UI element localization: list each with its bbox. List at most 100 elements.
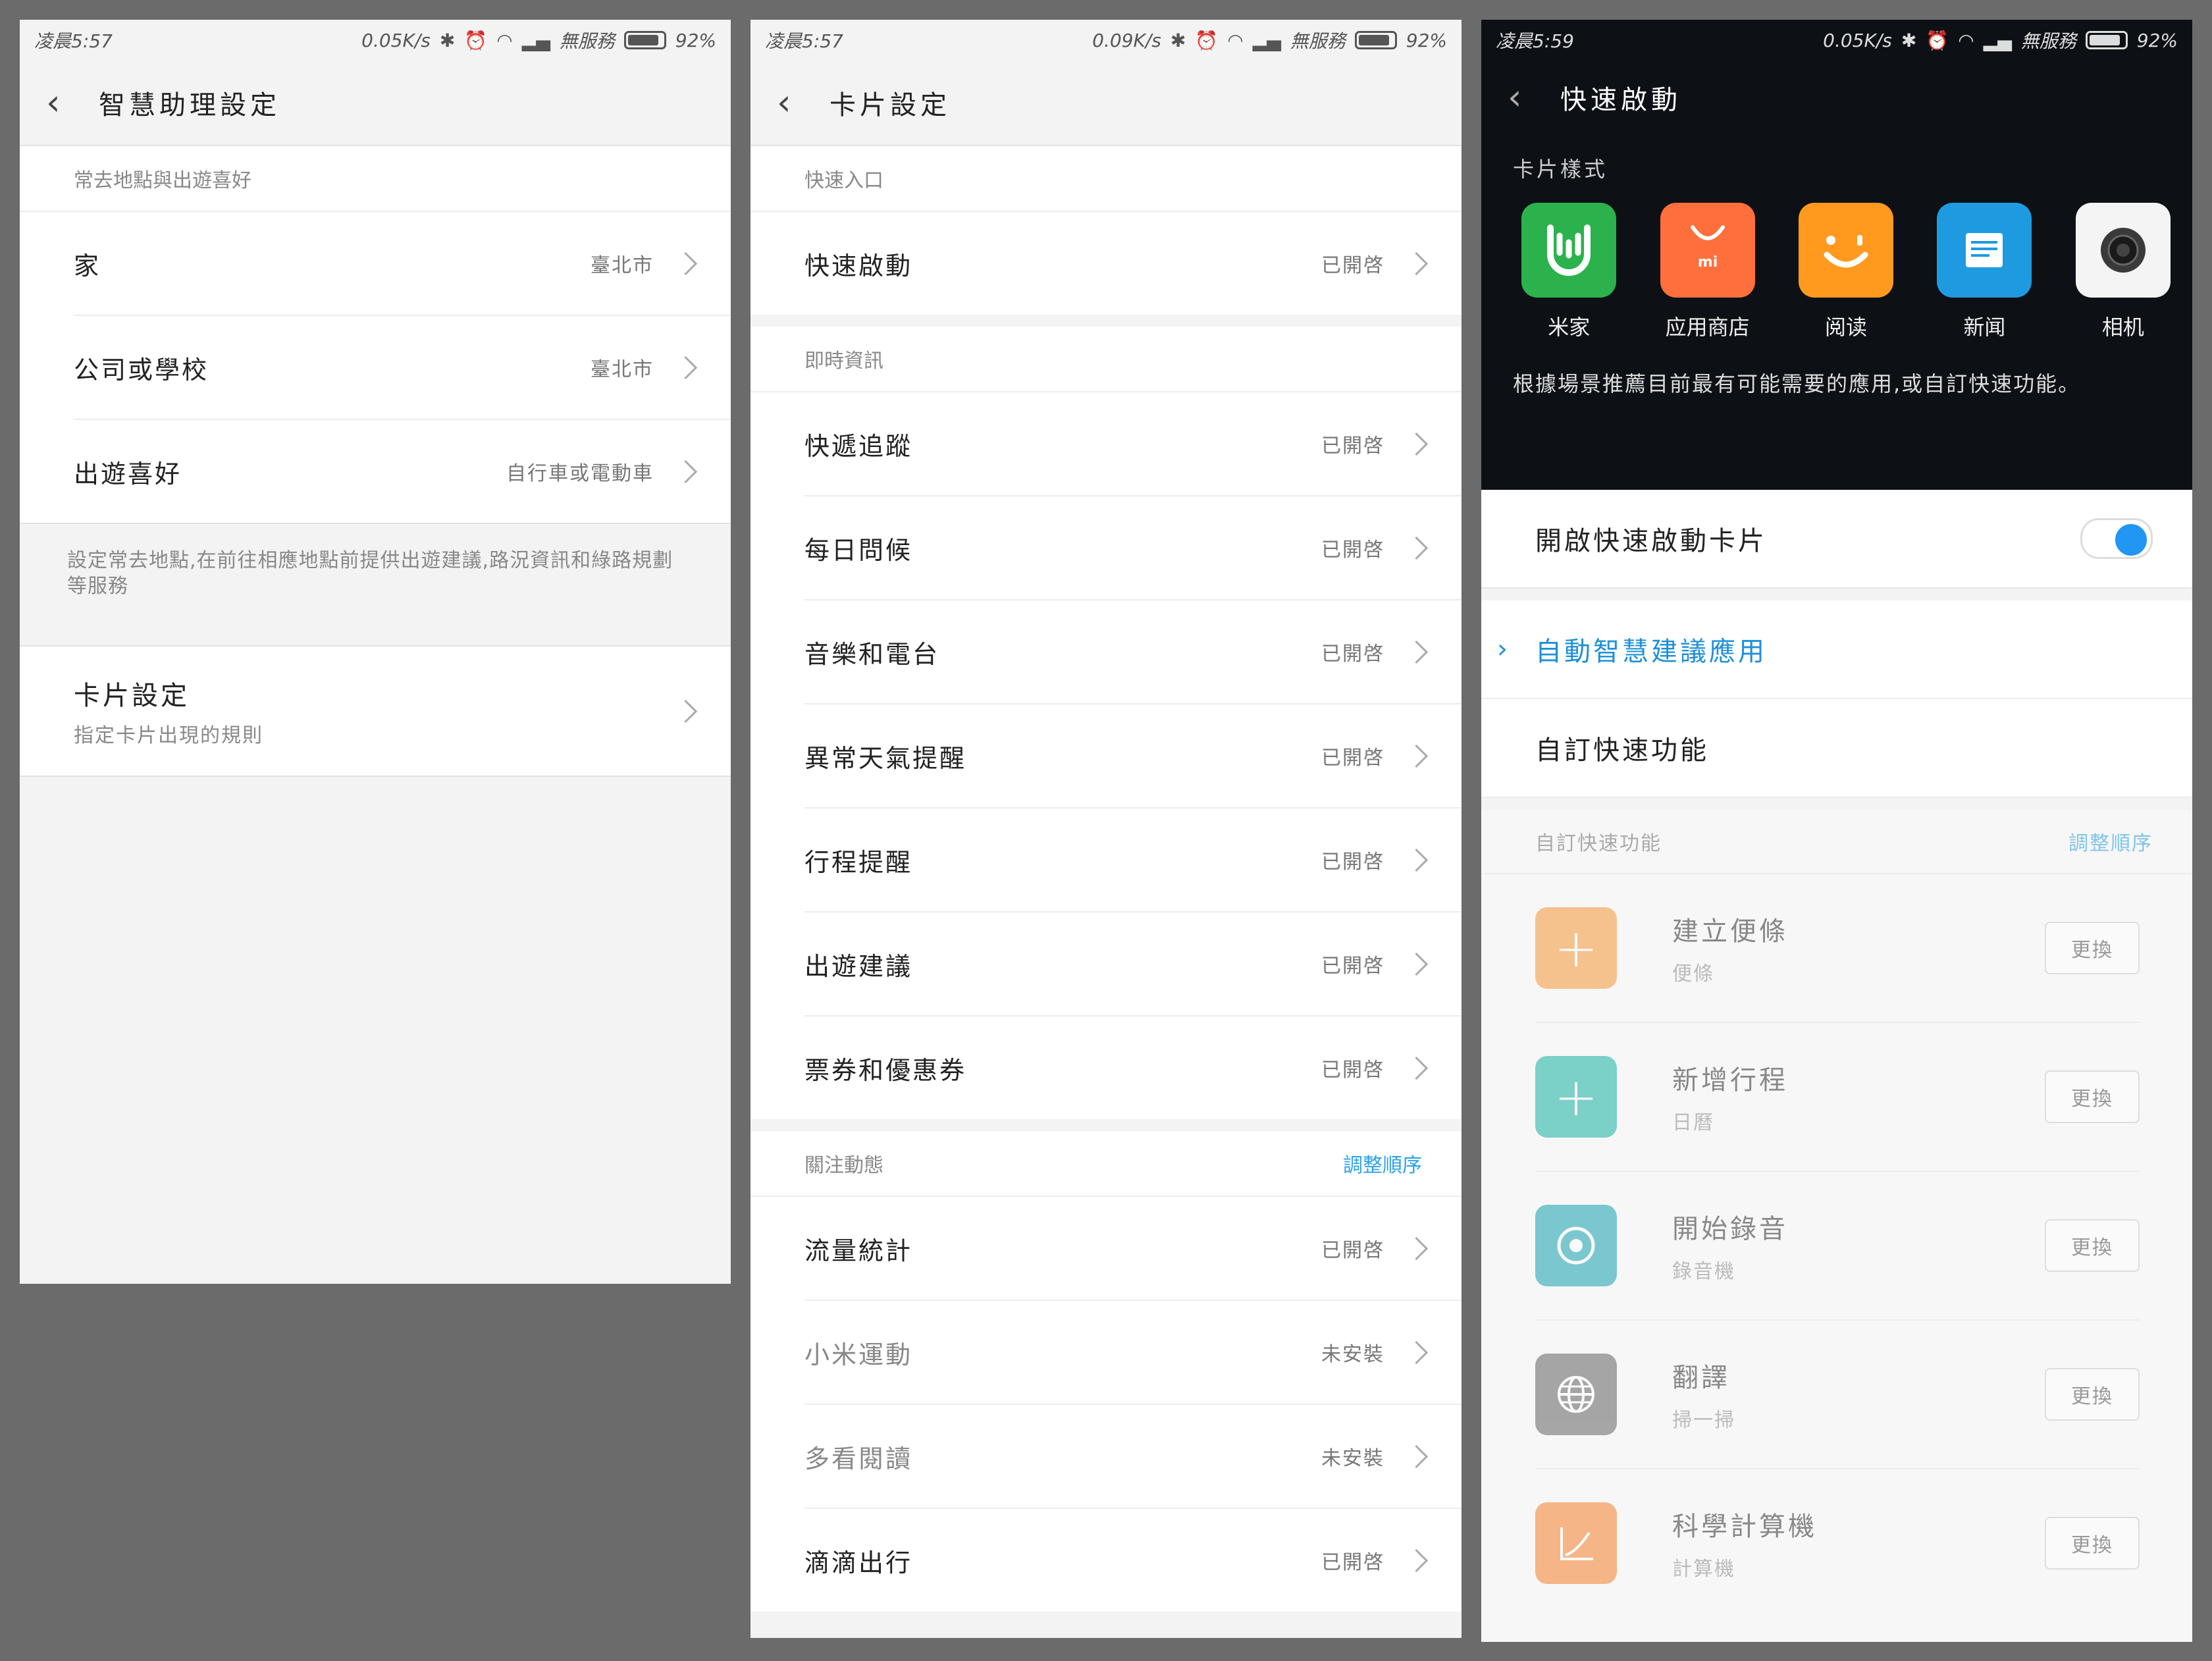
- toggle-label: 開啟快速啟動卡片: [1535, 526, 1767, 556]
- row-value: 未安裝: [1321, 1343, 1384, 1366]
- status-time: 凌晨5:57: [34, 30, 113, 52]
- function-item: + 建立便條 便條 更換: [1535, 874, 2140, 1023]
- travel-preference-row[interactable]: 出遊喜好 自行車或電動車: [74, 420, 731, 523]
- alarm-icon: ⏰: [1926, 29, 1949, 51]
- globe-icon: [1535, 1354, 1617, 1435]
- travel-suggestion-row[interactable]: 出遊建議 已開啓: [804, 912, 1462, 1016]
- title-bar: ‹ 卡片設定: [750, 61, 1462, 146]
- replace-button[interactable]: 更換: [2045, 1517, 2140, 1569]
- chevron-right-icon: [1404, 432, 1429, 456]
- followed-updates-section: 關注動態 調整順序 流量統計 已開啓 小米運動 未安裝 多看閱讀 未安裝 滴滴出…: [750, 1131, 1462, 1612]
- card-settings-row[interactable]: 卡片設定 指定卡片出現的規則: [20, 645, 731, 777]
- row-value: 已開啓: [1321, 643, 1384, 666]
- chevron-right-icon: ›: [1497, 634, 1510, 664]
- replace-button[interactable]: 更換: [2045, 1070, 2140, 1123]
- record-icon: [1535, 1205, 1617, 1286]
- back-arrow-icon[interactable]: ‹: [777, 85, 830, 120]
- row-label: 快速啟動: [804, 251, 913, 280]
- places-section: 常去地點與出遊喜好 家 臺北市 公司或學校 臺北市 出遊喜好 自行車或電動車: [20, 146, 731, 523]
- reorder-link[interactable]: 調整順序: [1343, 1149, 1422, 1178]
- schedule-reminder-row[interactable]: 行程提醒 已開啓: [804, 808, 1462, 912]
- plus-icon: +: [1535, 1056, 1617, 1138]
- realtime-info-section: 即時資訊 快遞追蹤 已開啓 每日問候 已開啓 音樂和電台 已開啓 異常天氣提醒 …: [750, 327, 1462, 1119]
- places-description: 設定常去地點,在前往相應地點前提供出遊建議,路況資訊和綠路規劃等服務: [20, 523, 731, 645]
- chevron-right-icon: [1404, 1236, 1429, 1260]
- section-header: 常去地點與出遊喜好: [20, 146, 731, 212]
- app-label: 阅读: [1825, 315, 1868, 340]
- battery-level: 92%: [2136, 29, 2178, 51]
- custom-functions-option[interactable]: 自訂快速功能: [1481, 699, 2192, 798]
- quick-launch-screen: 凌晨5:59 0.05K/s ✱ ⏰ ◠ ▂▄ 無服務 92% ‹ 快速啟動 卡…: [1481, 20, 2192, 1642]
- quick-launch-row[interactable]: 快速啟動 已開啓: [804, 212, 1462, 315]
- status-time: 凌晨5:57: [765, 30, 843, 52]
- row-value: 已開啓: [1321, 254, 1384, 277]
- row-value: 已開啓: [1321, 1239, 1384, 1262]
- quick-entry-section: 快速入口 快速啟動 已開啓: [750, 146, 1462, 315]
- enable-quick-launch-row: 開啟快速啟動卡片: [1481, 490, 2192, 589]
- divider: [750, 1119, 1462, 1131]
- function-name: 翻譯: [1672, 1363, 1730, 1393]
- quick-launch-toggle[interactable]: [2080, 518, 2153, 559]
- section-header-label: 快速入口: [804, 169, 883, 192]
- status-bar: 凌晨5:57 0.05K/s ✱ ⏰ ◠ ▂▄ 無服務 92%: [20, 20, 731, 61]
- data-usage-row[interactable]: 流量統計 已開啓: [804, 1197, 1462, 1301]
- row-label: 家: [74, 251, 101, 280]
- function-name: 新增行程: [1672, 1065, 1788, 1095]
- row-label: 小米運動: [804, 1340, 913, 1369]
- wifi-icon: ◠: [1958, 29, 1974, 51]
- duokan-reader-row[interactable]: 多看閱讀 未安裝: [804, 1405, 1462, 1509]
- card-style-label: 卡片樣式: [1513, 157, 1608, 182]
- app-label: 米家: [1548, 315, 1591, 340]
- page-title: 智慧助理設定: [99, 90, 280, 120]
- app-reader: 阅读: [1777, 203, 1915, 341]
- package-tracking-row[interactable]: 快遞追蹤 已開啓: [804, 392, 1462, 496]
- row-label: 公司或學校: [74, 355, 209, 384]
- replace-button[interactable]: 更換: [2045, 1219, 2140, 1272]
- didi-row[interactable]: 滴滴出行 已開啓: [804, 1509, 1462, 1612]
- replace-button[interactable]: 更換: [2045, 922, 2140, 974]
- row-value: 已開啓: [1321, 851, 1384, 874]
- bluetooth-icon: ✱: [1170, 29, 1186, 51]
- quick-launch-description: 根據場景推薦目前最有可能需要的應用,或自訂快速功能。: [1513, 371, 2081, 396]
- section-header: 關注動態 調整順序: [750, 1131, 1462, 1197]
- home-row[interactable]: 家 臺北市: [74, 212, 731, 316]
- chevron-right-icon: [1404, 1056, 1429, 1080]
- work-school-row[interactable]: 公司或學校 臺北市: [74, 316, 731, 420]
- row-value: 已開啓: [1321, 435, 1384, 458]
- music-radio-row[interactable]: 音樂和電台 已開啓: [804, 600, 1462, 704]
- reorder-link[interactable]: 調整順序: [2068, 827, 2153, 856]
- section-header: 自訂快速功能 調整順序: [1481, 810, 2192, 874]
- app-store: mi 应用商店: [1638, 203, 1776, 341]
- app-label: 相机: [2101, 315, 2144, 340]
- daily-greeting-row[interactable]: 每日問候 已開啓: [804, 496, 1462, 600]
- option-label: 自訂快速功能: [1535, 735, 1709, 766]
- function-app: 錄音機: [1672, 1260, 1735, 1283]
- alarm-icon: ⏰: [464, 29, 488, 51]
- reader-icon: [1799, 203, 1894, 298]
- card-settings-title: 卡片設定: [74, 681, 190, 711]
- row-value: 自行車或電動車: [506, 462, 654, 485]
- mi-fit-row[interactable]: 小米運動 未安裝: [804, 1301, 1462, 1405]
- function-app: 計算機: [1672, 1558, 1735, 1581]
- battery-level: 92%: [675, 29, 716, 51]
- row-label: 流量統計: [804, 1236, 913, 1265]
- wifi-icon: ◠: [1227, 29, 1244, 51]
- replace-button[interactable]: 更換: [2045, 1368, 2140, 1421]
- row-value: 臺北市: [591, 358, 654, 381]
- back-arrow-icon[interactable]: ‹: [46, 85, 99, 120]
- section-header-label: 即時資訊: [804, 350, 883, 373]
- quick-launch-header: 凌晨5:59 0.05K/s ✱ ⏰ ◠ ▂▄ 無服務 92% ‹ 快速啟動 卡…: [1481, 20, 2192, 490]
- tickets-coupons-row[interactable]: 票券和優惠券 已開啓: [804, 1016, 1462, 1119]
- chevron-right-icon: [673, 460, 698, 483]
- weather-alert-row[interactable]: 異常天氣提醒 已開啓: [804, 704, 1462, 808]
- auto-suggest-option[interactable]: › 自動智慧建議應用: [1481, 600, 2192, 699]
- mijia-icon: [1521, 203, 1617, 298]
- chevron-right-icon: [1404, 1444, 1429, 1468]
- smart-assistant-settings-screen: 凌晨5:57 0.05K/s ✱ ⏰ ◠ ▂▄ 無服務 92% ‹ 智慧助理設定…: [20, 20, 731, 1284]
- wifi-icon: ◠: [496, 29, 513, 51]
- service-status: 無服務: [2020, 30, 2076, 52]
- section-header: 快速入口: [750, 146, 1462, 212]
- status-time: 凌晨5:59: [1496, 30, 1574, 52]
- back-arrow-icon[interactable]: ‹: [1508, 80, 1560, 115]
- row-label: 滴滴出行: [804, 1548, 913, 1577]
